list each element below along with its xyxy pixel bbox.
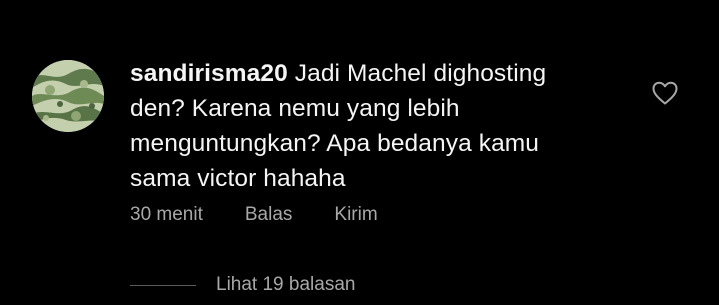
view-replies-button[interactable]: Lihat 19 balasan: [130, 272, 355, 298]
comment-body: sandirisma20 Jadi Machel dighosting den?…: [130, 56, 600, 196]
comment-timestamp: 30 menit: [130, 204, 203, 225]
comment-meta: 30 menit Balas Kirim: [130, 203, 378, 227]
replies-divider-line: [130, 284, 196, 286]
avatar[interactable]: [32, 60, 104, 132]
heart-outline-icon: [652, 81, 678, 105]
like-button[interactable]: [651, 80, 679, 106]
comment-username[interactable]: sandirisma20: [130, 60, 288, 87]
send-button[interactable]: Kirim: [334, 203, 377, 227]
avatar-image: [32, 60, 104, 132]
view-replies-label: Lihat 19 balasan: [216, 274, 356, 295]
reply-button[interactable]: Balas: [245, 203, 293, 227]
